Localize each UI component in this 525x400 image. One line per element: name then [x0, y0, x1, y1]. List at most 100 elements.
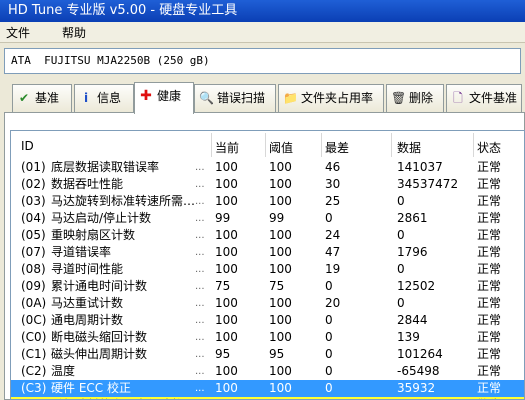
table-row[interactable]: (C1) 磁头伸出周期计数 95 95 0 101264 正常...	[11, 346, 524, 363]
health-cross-icon: ✚	[140, 88, 152, 104]
cell-current: 100	[215, 262, 238, 276]
column-divider[interactable]	[391, 133, 392, 157]
cell-id: (08)	[21, 262, 46, 276]
cell-id: (0C)	[21, 313, 47, 327]
column-divider[interactable]	[321, 133, 322, 157]
cell-worst: 0	[325, 279, 333, 293]
drive-selector[interactable]: ATA FUJITSU MJA2250B (250 gB)	[4, 48, 521, 74]
table-row[interactable]: (C0) 断电磁头缩回计数 100 100 0 139 正常...	[11, 329, 524, 346]
column-header-data[interactable]: 数据	[397, 139, 421, 156]
cell-worst: 30	[325, 177, 341, 191]
tab-health[interactable]: ✚ 健康	[134, 82, 194, 114]
document-icon: 🗋	[453, 91, 463, 105]
table-header: ID 当前 阈值 最差 数据 状态	[11, 131, 524, 159]
cell-current: 95	[215, 347, 231, 361]
cell-worst: 20	[325, 296, 341, 310]
folder-icon: 📁	[283, 91, 298, 105]
cell-id: (C2)	[21, 364, 47, 378]
cell-attribute: 数据吞吐性能	[51, 177, 124, 191]
column-divider[interactable]	[211, 133, 212, 157]
cell-status: 正常	[477, 364, 502, 378]
table-row[interactable]: (09) 累计通电时间计数 75 75 0 12502 正常...	[11, 278, 524, 295]
cell-attribute: 通电周期计数	[51, 313, 124, 327]
tab-error-scan[interactable]: 🔍 错误扫描	[194, 84, 276, 112]
smart-table: ID 当前 阈值 最差 数据 状态 (01) 底层数据读取错误率 100 100 46 1…	[10, 130, 525, 400]
tab-label: 删除	[409, 91, 434, 105]
cell-data: 2861	[397, 211, 428, 225]
tab-label: 信息	[97, 91, 122, 105]
cell-status: 正常	[477, 194, 502, 208]
cell-id: (C3)	[21, 381, 47, 395]
cell-worst: 0	[325, 347, 333, 361]
row-ellipsis: ...	[195, 332, 205, 343]
cell-data: 0	[397, 262, 405, 276]
tab-label: 健康	[157, 89, 182, 103]
cell-current: 75	[215, 279, 231, 293]
table-row[interactable]: (07) 寻道错误率 100 100 47 1796 正常...	[11, 244, 524, 261]
cell-data: 0	[397, 296, 405, 310]
table-row[interactable]: (C3) 硬件 ECC 校正 100 100 0 35932 正常...	[11, 380, 524, 397]
table-row[interactable]: (05) 重映射扇区计数 100 100 24 0 正常...	[11, 227, 524, 244]
column-header-status[interactable]: 状态	[477, 139, 501, 156]
cell-data: 101264	[397, 347, 443, 361]
table-row[interactable]: (08) 寻道时间性能 100 100 19 0 正常...	[11, 261, 524, 278]
cell-attribute: 断电磁头缩回计数	[51, 330, 148, 344]
cell-worst: 0	[325, 381, 333, 395]
tab-folder-usage[interactable]: 📁 文件夹占用率	[278, 84, 384, 112]
title-bar: HD Tune 专业版 v5.00 - 硬盘专业工具	[0, 0, 525, 22]
table-body: (01) 底层数据读取错误率 100 100 46 141037 正常... (02) 数据吞吐…	[11, 159, 524, 399]
tab-info[interactable]: i 信息	[74, 84, 134, 112]
cell-attribute: 磁头伸出周期计数	[51, 347, 148, 361]
cell-status: 正常	[477, 228, 502, 242]
tab-erase[interactable]: 🗑 删除	[386, 84, 444, 112]
cell-data: 2844	[397, 313, 428, 327]
cell-threshold: 100	[269, 364, 292, 378]
tab-file-benchmark[interactable]: 🗋 文件基准	[446, 84, 522, 112]
cell-current: 100	[215, 177, 238, 191]
cell-attribute: 累计通电时间计数	[51, 279, 148, 293]
cell-worst: 24	[325, 228, 341, 242]
cell-current: 99	[215, 211, 231, 225]
cell-attribute: 马达重试计数	[51, 296, 124, 310]
cell-id: (C1)	[21, 347, 47, 361]
window-title: HD Tune 专业版 v5.00 - 硬盘专业工具	[8, 3, 238, 18]
column-header-id[interactable]: ID	[21, 139, 34, 153]
table-row[interactable]: (01) 底层数据读取错误率 100 100 46 141037 正常...	[11, 159, 524, 176]
cell-threshold: 95	[269, 347, 285, 361]
table-row[interactable]: (0A) 马达重试计数 100 100 20 0 正常...	[11, 295, 524, 312]
column-header-worst[interactable]: 最差	[325, 139, 349, 156]
menu-bar: 文件 帮助	[0, 22, 525, 43]
column-header-current[interactable]: 当前	[215, 139, 239, 156]
cell-data: 35932	[397, 381, 436, 395]
cell-id: (03)	[21, 194, 46, 208]
cell-threshold: 100	[269, 160, 292, 174]
cell-threshold: 100	[269, 228, 292, 242]
cell-status: 正常	[477, 313, 502, 327]
menu-help[interactable]: 帮助	[62, 24, 86, 41]
column-divider[interactable]	[473, 133, 474, 157]
column-header-threshold[interactable]: 阈值	[269, 139, 293, 156]
row-ellipsis: ...	[195, 315, 205, 326]
menu-file[interactable]: 文件	[6, 24, 30, 41]
cell-status: 正常	[477, 160, 502, 174]
tab-benchmark[interactable]: ✔ 基准	[12, 84, 72, 112]
cell-status: 正常	[477, 296, 502, 310]
cell-data: 34537472	[397, 177, 459, 191]
table-row[interactable]: (03) 马达旋转到标准转速所需… 100 100 25 0 正常...	[11, 193, 524, 210]
table-row[interactable]: (C2) 温度 100 100 0 -65498 正常...	[11, 363, 524, 380]
cell-data: -65498	[397, 364, 440, 378]
cell-worst: 47	[325, 245, 341, 259]
cell-current: 100	[215, 228, 238, 242]
row-ellipsis: ...	[195, 281, 205, 292]
row-ellipsis: ...	[195, 349, 205, 360]
row-ellipsis: ...	[195, 366, 205, 377]
table-row[interactable]: (02) 数据吞吐性能 100 100 30 34537472 正常...	[11, 176, 524, 193]
cell-current: 100	[215, 160, 238, 174]
table-row[interactable]: (0C) 通电周期计数 100 100 0 2844 正常...	[11, 312, 524, 329]
cell-status: 正常	[477, 262, 502, 276]
cell-threshold: 75	[269, 279, 285, 293]
cell-status: 正常	[477, 330, 502, 344]
column-divider[interactable]	[265, 133, 266, 157]
cell-id: (05)	[21, 228, 46, 242]
table-row[interactable]: (04) 马达启动/停止计数 99 99 0 2861 正常...	[11, 210, 524, 227]
